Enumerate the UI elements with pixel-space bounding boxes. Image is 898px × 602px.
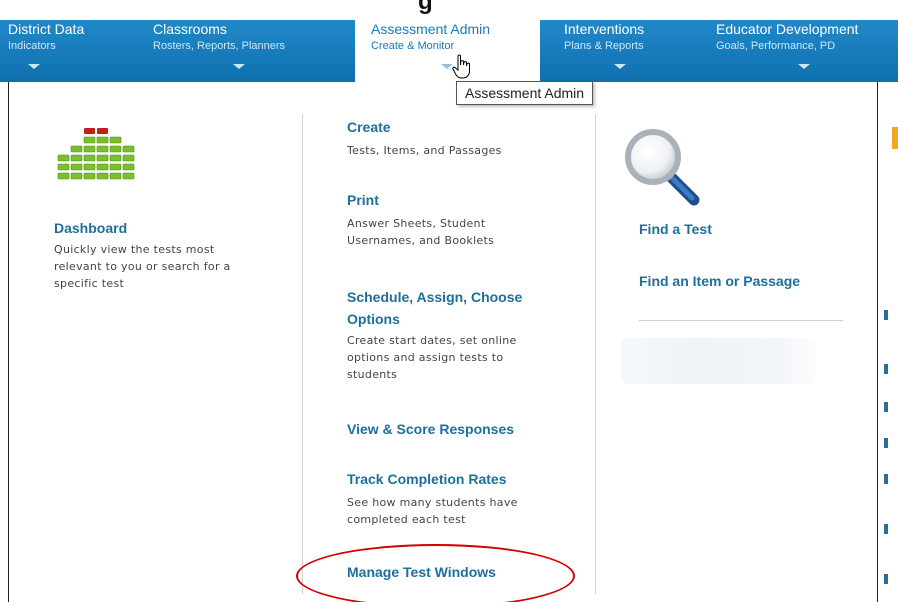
- find-item-passage-link[interactable]: Find an Item or Passage: [639, 273, 800, 289]
- column-divider: [302, 114, 303, 594]
- nav-tab-title: District Data: [8, 21, 85, 37]
- track-completion-link[interactable]: Track Completion Rates: [347, 471, 507, 487]
- edge-mark: [884, 438, 888, 448]
- hand-cursor-icon: [452, 54, 470, 79]
- schedule-assign-link[interactable]: Schedule, Assign, Choose Options: [347, 286, 522, 330]
- main-nav-bar: District Data Indicators Classrooms Rost…: [0, 20, 898, 82]
- desc-line: relevant to you or search for a: [54, 260, 231, 273]
- nav-tab-classrooms[interactable]: Classrooms Rosters, Reports, Planners: [145, 20, 350, 82]
- chevron-down-icon: [614, 64, 626, 69]
- desc-line: See how many students have: [347, 496, 518, 509]
- dashboard-description: Quickly view the tests most relevant to …: [54, 241, 231, 292]
- edge-mark: [884, 524, 888, 534]
- edge-mark: [884, 474, 888, 484]
- desc-line: Quickly view the tests most: [54, 243, 215, 256]
- tooltip: Assessment Admin: [456, 81, 594, 105]
- desc-line: options and assign tests to: [347, 351, 504, 364]
- blurred-area: [621, 338, 816, 384]
- create-description: Tests, Items, and Passages: [347, 142, 502, 159]
- nav-tab-title: Assessment Admin: [371, 21, 491, 37]
- nav-tab-district-data[interactable]: District Data Indicators: [0, 20, 140, 82]
- chevron-down-icon: [233, 64, 245, 69]
- nav-tab-title: Interventions: [564, 21, 645, 37]
- desc-line: Answer Sheets, Student: [347, 217, 486, 230]
- partial-heading: g: [418, 0, 433, 15]
- link-line: Options: [347, 311, 400, 327]
- bar-grid-icon: [57, 128, 135, 180]
- desc-line: Create start dates, set online: [347, 334, 517, 347]
- nav-tab-subtitle: Plans & Reports: [564, 40, 644, 52]
- nav-tab-subtitle: Goals, Performance, PD: [716, 40, 836, 52]
- edge-mark: [884, 402, 888, 412]
- nav-tab-subtitle: Create & Monitor: [371, 40, 455, 52]
- desc-line: Usernames, and Booklets: [347, 234, 495, 247]
- track-description: See how many students have completed eac…: [347, 494, 518, 528]
- chevron-down-icon: [28, 64, 40, 69]
- schedule-description: Create start dates, set online options a…: [347, 332, 517, 383]
- orange-marker: [892, 127, 898, 149]
- column-divider: [595, 114, 596, 594]
- nav-tab-educator-development[interactable]: Educator Development Goals, Performance,…: [708, 20, 898, 82]
- desc-line: students: [347, 368, 398, 381]
- assessment-admin-dropdown: Dashboard Quickly view the tests most re…: [8, 82, 878, 602]
- desc-line: Tests, Items, and Passages: [347, 144, 502, 157]
- nav-tab-interventions[interactable]: Interventions Plans & Reports: [556, 20, 696, 82]
- desc-line: completed each test: [347, 513, 466, 526]
- desc-line: specific test: [54, 277, 125, 290]
- dashboard-link[interactable]: Dashboard: [54, 220, 127, 236]
- chevron-down-icon: [798, 64, 810, 69]
- section-divider: [639, 320, 843, 321]
- edge-mark: [884, 310, 888, 320]
- edge-mark: [884, 364, 888, 374]
- create-link[interactable]: Create: [347, 119, 391, 135]
- nav-tab-subtitle: Rosters, Reports, Planners: [153, 40, 286, 52]
- nav-tab-subtitle: Indicators: [8, 40, 56, 52]
- find-a-test-link[interactable]: Find a Test: [639, 221, 712, 237]
- nav-tab-title: Classrooms: [153, 21, 227, 37]
- nav-tab-title: Educator Development: [716, 21, 859, 37]
- view-score-responses-link[interactable]: View & Score Responses: [347, 421, 514, 437]
- highlight-ellipse: [296, 544, 575, 602]
- background-page-edge: [880, 82, 898, 602]
- magnifier-icon: [625, 129, 700, 206]
- edge-mark: [884, 574, 888, 584]
- nav-tab-assessment-admin[interactable]: Assessment Admin Create & Monitor: [355, 20, 540, 82]
- link-line: Schedule, Assign, Choose: [347, 289, 523, 305]
- top-strip: g: [0, 0, 898, 22]
- print-description: Answer Sheets, Student Usernames, and Bo…: [347, 215, 494, 249]
- print-link[interactable]: Print: [347, 192, 379, 208]
